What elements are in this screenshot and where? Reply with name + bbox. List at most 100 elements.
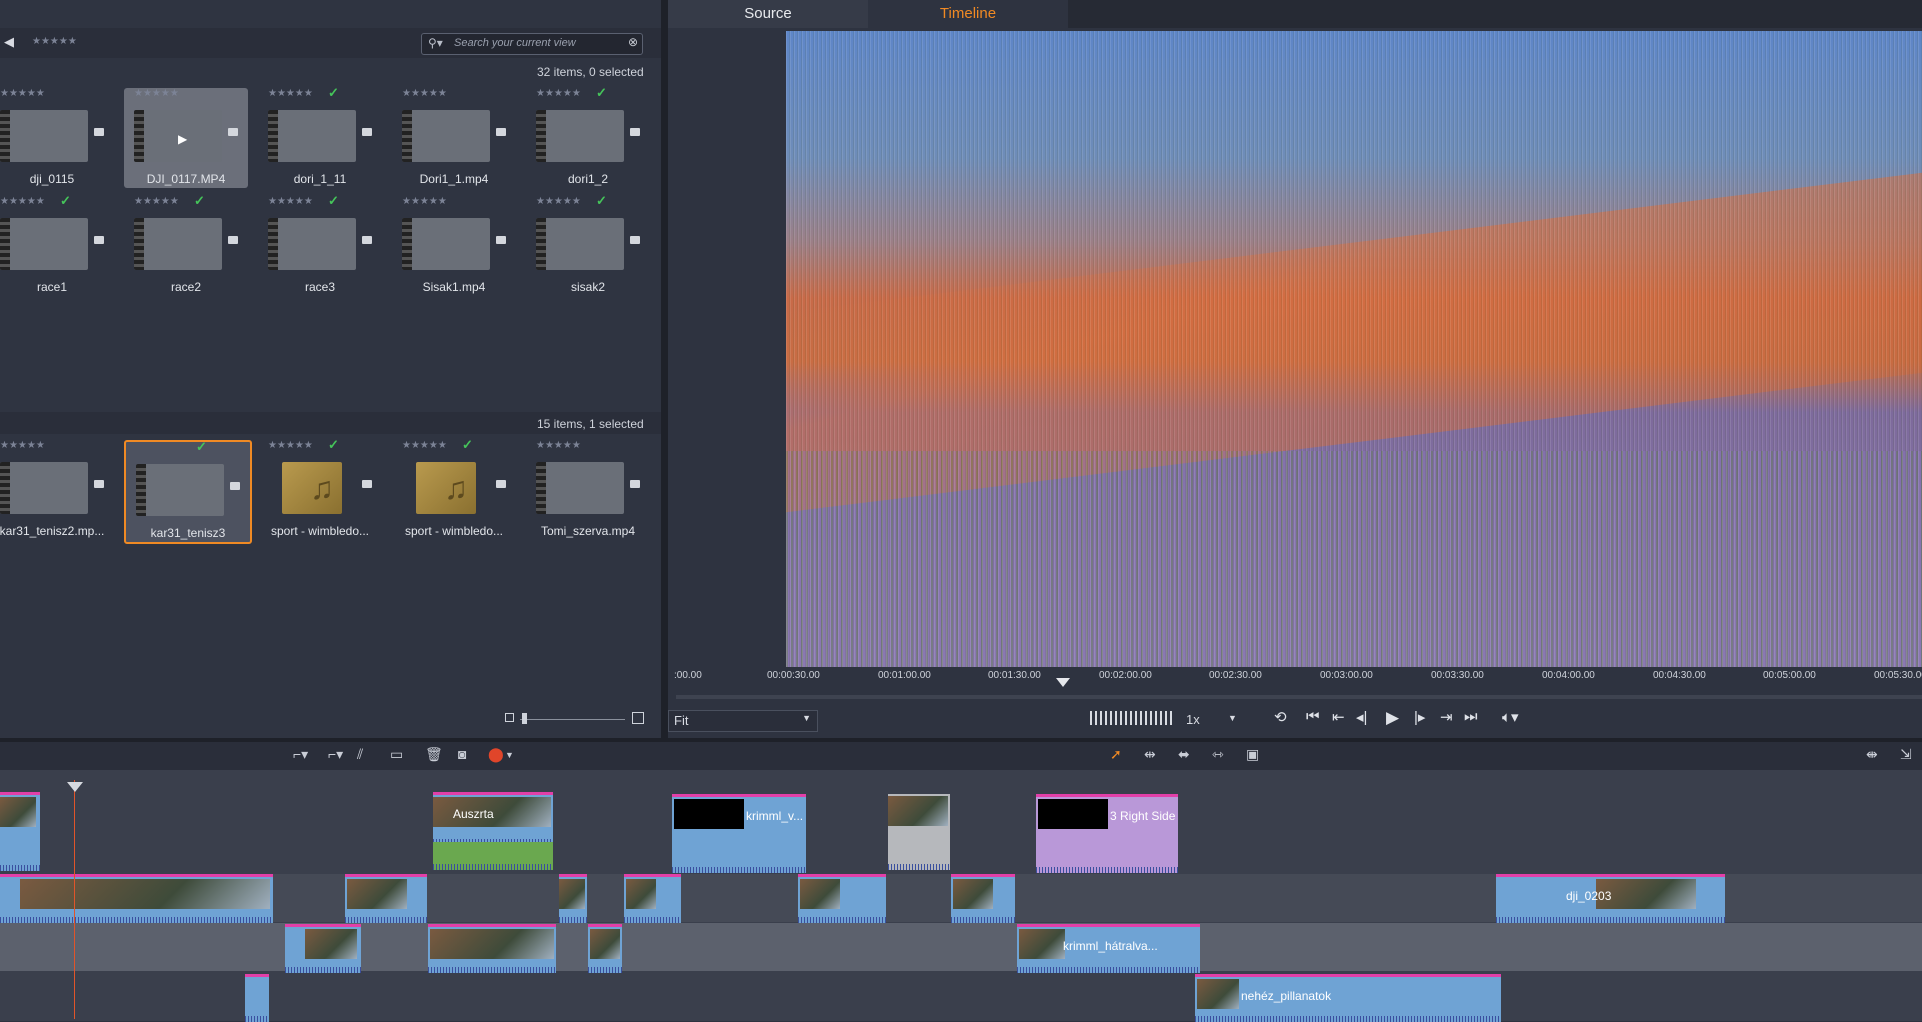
tile-rating[interactable]: ★★★★★ — [0, 88, 45, 99]
timeline-clip[interactable]: krimml_hátralva... — [1017, 924, 1200, 973]
panel-divider[interactable] — [661, 0, 668, 740]
step-forward-icon[interactable]: |▸ — [1414, 708, 1425, 726]
timeline-clip[interactable]: Auszrta — [433, 792, 553, 845]
back-arrow-icon[interactable]: ◀ — [4, 34, 14, 50]
tile-rating[interactable]: ★★★★★ — [536, 88, 581, 99]
pointer-tool-icon[interactable]: ➚ — [1110, 746, 1122, 763]
track-4 — [0, 973, 1922, 1021]
scrub-bar[interactable] — [676, 695, 1922, 699]
tile-rating[interactable]: ★★★★★ — [0, 440, 45, 451]
tile-rating[interactable]: ★★★★★ — [402, 440, 447, 451]
title-icon[interactable]: ▭ — [390, 746, 403, 763]
timeline-clip[interactable]: krimml_v... — [672, 794, 806, 873]
media-tile[interactable]: ★★★★★ ✓ ♫ sport - wimbledo... — [392, 437, 516, 540]
marker-icon[interactable]: ⬤ — [488, 746, 504, 763]
media-tile[interactable]: ★★★★★ dji_0115 — [0, 88, 114, 188]
timeline-cursor-head-icon[interactable] — [67, 782, 83, 792]
media-tile[interactable]: ✓ kar31_tenisz3 — [124, 439, 252, 544]
tile-rating[interactable]: ★★★★★ — [0, 196, 45, 207]
clear-search-icon[interactable]: ⊗ — [628, 35, 638, 49]
marker-in-icon[interactable]: ⌐▾ — [293, 746, 308, 763]
timeline-clip[interactable] — [888, 794, 950, 870]
speed-select[interactable]: 1x ▼ — [1180, 710, 1240, 730]
marker-out-icon[interactable]: ⌐▾ — [328, 746, 343, 763]
media-tile[interactable]: ★★★★★ ✓ dori1_2 — [526, 85, 650, 188]
clip-thumbnail — [559, 879, 585, 909]
slip-tool-icon[interactable]: ⇿ — [1212, 746, 1224, 763]
tile-rating[interactable]: ★★★★★ — [268, 88, 313, 99]
storyboard-icon[interactable]: ▣ — [1246, 746, 1259, 763]
timeline-clip[interactable] — [245, 974, 269, 1022]
timeline-clip[interactable]: nehéz_pillanatok — [1195, 974, 1501, 1022]
snapshot-icon[interactable]: ◙ — [458, 746, 466, 762]
slide-tool-icon[interactable]: ⬌ — [1178, 746, 1190, 763]
tile-rating[interactable]: ★★★★★ — [536, 196, 581, 207]
playhead-marker-icon[interactable] — [1056, 678, 1070, 687]
fit-timeline-icon[interactable]: ⇼ — [1866, 746, 1878, 763]
small-thumb-icon[interactable] — [505, 713, 514, 722]
media-tile[interactable]: ★★★★★ ✓ dori_1_11 — [258, 85, 382, 188]
timeline-clip[interactable] — [798, 874, 886, 923]
media-tile[interactable]: ★★★★★ ✓ ♫ sport - wimbledo... — [258, 437, 382, 540]
volume-icon[interactable]: 🔈︎▾ — [1502, 708, 1519, 726]
jog-shuttle[interactable] — [1090, 711, 1172, 725]
timeline-clip[interactable] — [345, 874, 427, 923]
media-tile[interactable]: ★★★★★ Tomi_szerva.mp4 — [526, 440, 650, 540]
step-back-icon[interactable]: ◂| — [1356, 708, 1367, 726]
previous-marker-icon[interactable]: ⇤ — [1332, 708, 1345, 726]
tab-source[interactable]: Source — [668, 0, 868, 28]
tile-rating[interactable]: ★★★★★ — [536, 440, 581, 451]
thumbnail-size-handle[interactable] — [522, 713, 527, 724]
media-tile[interactable]: ★★★★★ ✓ race1 — [0, 193, 114, 296]
go-to-end-icon[interactable]: ⏭ — [1464, 708, 1478, 725]
timeline-clip[interactable] — [559, 874, 587, 923]
go-to-start-icon[interactable]: ⏮ — [1306, 708, 1320, 725]
clip-label: Auszrta — [453, 807, 494, 821]
timeline-clip[interactable] — [588, 924, 622, 973]
timeline-clip[interactable] — [0, 874, 273, 923]
media-tile[interactable]: ★★★★★ DJI_0117.MP4 ▶ — [124, 88, 248, 188]
timeline-clip[interactable]: 3 Right Side — [1036, 794, 1178, 873]
timeline-clip[interactable] — [0, 792, 40, 871]
tile-rating[interactable]: ★★★★★ — [402, 196, 447, 207]
media-tile[interactable]: ★★★★★ ✓ sisak2 — [526, 193, 650, 296]
tile-rating[interactable]: ★★★★★ — [402, 88, 447, 99]
timeline-clip[interactable] — [624, 874, 681, 923]
timeline-clip[interactable] — [433, 842, 553, 870]
media-tile[interactable]: ★★★★★ kar31_tenisz2.mp... — [0, 440, 114, 540]
loop-icon[interactable]: ⟲ — [1274, 708, 1287, 726]
search-input[interactable]: ⚲▾ Search your current view ⊗ — [421, 33, 643, 55]
tab-timeline[interactable]: Timeline — [868, 0, 1068, 28]
delete-icon[interactable]: 🗑︎ — [425, 746, 443, 763]
next-marker-icon[interactable]: ⇥ — [1440, 708, 1453, 726]
media-tile[interactable]: ★★★★★ Dori1_1.mp4 — [392, 88, 516, 188]
zoom-fit-select[interactable]: Fit ▼ — [668, 710, 818, 732]
media-tile[interactable]: ★★★★★ ✓ race3 — [258, 193, 382, 296]
timeline-clip[interactable] — [951, 874, 1015, 923]
large-thumb-icon[interactable] — [632, 712, 644, 724]
tile-rating[interactable]: ★★★★★ — [134, 196, 179, 207]
tile-rating[interactable]: ★★★★★ — [268, 196, 313, 207]
timeline-cursor[interactable] — [74, 780, 75, 1019]
play-overlay-icon[interactable]: ▶ — [178, 132, 187, 146]
tile-rating[interactable]: ★★★★★ — [134, 88, 179, 99]
thumbnail-size-slider[interactable] — [520, 719, 625, 720]
timecode-ruler[interactable]: :00.00 00:00:30.00 00:01:00.00 00:01:30.00 0… — [668, 668, 1922, 698]
rating-filter[interactable]: ★★★★★ — [32, 36, 77, 47]
media-tile[interactable]: ★★★★★ ✓ race2 — [124, 193, 248, 296]
marker-dropdown-icon[interactable]: ▼ — [505, 750, 514, 760]
timeline-clip[interactable]: dji_0203 — [1496, 874, 1725, 923]
video-preview[interactable] — [786, 31, 1922, 667]
timeline-clip[interactable] — [285, 924, 361, 973]
clip-audio-waveform — [0, 917, 273, 923]
trim-tool-icon[interactable]: ⇹ — [1144, 746, 1156, 763]
folder-icon — [94, 236, 104, 244]
razor-icon[interactable]: ⫽ — [357, 746, 363, 763]
tile-thumbnail — [268, 110, 356, 162]
timeline-settings-icon[interactable]: ⇲ — [1900, 746, 1912, 763]
tile-rating[interactable]: ★★★★★ — [268, 440, 313, 451]
timeline-clip[interactable] — [428, 924, 556, 973]
media-tile[interactable]: ★★★★★ Sisak1.mp4 — [392, 196, 516, 296]
play-icon[interactable]: ▶ — [1386, 708, 1399, 728]
search-icon[interactable]: ⚲▾ — [428, 36, 443, 50]
